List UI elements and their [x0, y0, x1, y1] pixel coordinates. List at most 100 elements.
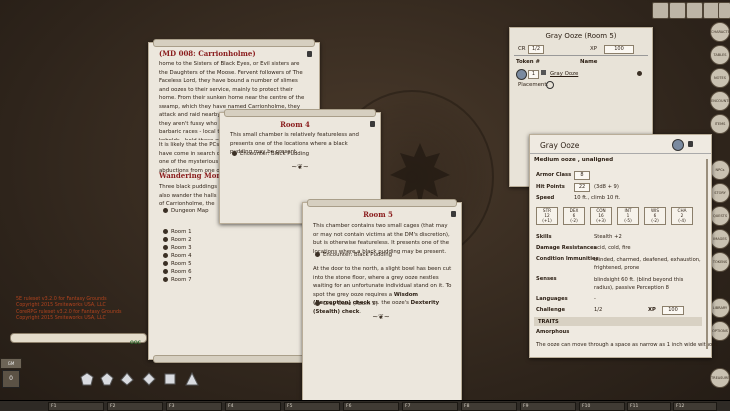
- chat-message: CoreRPG ruleset v3.2.0 for Fantasy Groun…: [16, 310, 122, 315]
- d20-icon[interactable]: [80, 372, 94, 386]
- chat-message: 5E ruleset v3.2.0 for Fantasy Grounds: [16, 297, 107, 302]
- speed-value: 10 ft., climb 10 ft.: [574, 195, 621, 201]
- d12-icon[interactable]: [100, 372, 114, 386]
- scrollbar[interactable]: [706, 159, 708, 349]
- story-window-room5[interactable]: Room 5 This chamber contains two small c…: [302, 199, 462, 402]
- sidebar-item-treasure[interactable]: TREASURE: [710, 368, 730, 388]
- senses-value: blindsight 60 ft. (blind beyond this rad…: [594, 277, 684, 291]
- placement-label: Placement:: [518, 82, 549, 88]
- delete-icon[interactable]: [637, 71, 642, 76]
- npc-window-gray-ooze[interactable]: Gray Ooze Medium ooze , unaligned Armor …: [529, 134, 717, 358]
- map-icon[interactable]: [669, 2, 686, 19]
- damage-resistances-value: acid, cold, fire: [594, 245, 631, 251]
- room-link[interactable]: Room 4: [163, 253, 192, 259]
- identity-tab[interactable]: GM: [0, 358, 22, 369]
- hit-points-field[interactable]: 22: [574, 183, 590, 192]
- ability-wis[interactable]: WIS 6 (-2): [644, 207, 666, 225]
- lock-icon[interactable]: [307, 51, 312, 57]
- npc-type: Medium ooze , unaligned: [534, 157, 614, 163]
- d4-icon[interactable]: [185, 372, 199, 386]
- d8-icon[interactable]: [142, 372, 156, 386]
- armor-class-field[interactable]: 8: [574, 171, 590, 180]
- d6-icon[interactable]: [163, 372, 177, 386]
- challenge-label: Challenge: [536, 307, 565, 313]
- trait-text: The ooze can move through a space as nar…: [536, 342, 718, 348]
- lock-icon[interactable]: [451, 211, 456, 217]
- room-link[interactable]: Room 7: [163, 277, 192, 283]
- link-icon: [163, 237, 168, 242]
- room-link[interactable]: Room 5: [163, 261, 192, 267]
- creature-name[interactable]: Gray Ooze: [550, 71, 578, 77]
- chat-message: Copyright 2015 Smiteworks USA, LLC: [16, 316, 106, 321]
- d10-icon[interactable]: [120, 372, 134, 386]
- xp-label: XP: [590, 46, 597, 52]
- divider: [530, 153, 711, 154]
- room-link[interactable]: Room 6: [163, 269, 192, 275]
- sidebar-item-images[interactable]: IMAGES: [710, 229, 730, 249]
- encounter-link[interactable]: Encounter: Black Pudding: [232, 151, 309, 157]
- link-icon: [163, 261, 168, 266]
- xp-field[interactable]: 100: [604, 45, 634, 54]
- ability-int[interactable]: INT 1 (-5): [617, 207, 639, 225]
- xp-label: XP: [648, 307, 656, 313]
- hit-dice: (3d8 + 9): [594, 184, 619, 190]
- name-column-header: Name: [580, 59, 598, 65]
- sidebar-item-tables[interactable]: TABLES: [710, 45, 730, 65]
- link-icon: [163, 229, 168, 234]
- sidebar-item-notes[interactable]: NOTES: [710, 68, 730, 88]
- encounter-link[interactable]: Encounter: Black Pudding: [315, 252, 392, 258]
- encounter-link[interactable]: Gray Ooze (Room 5): [315, 301, 378, 307]
- challenge-value: 1/2: [594, 307, 603, 313]
- damage-resistances-label: Damage Resistances: [536, 245, 597, 251]
- link-icon: [315, 252, 320, 257]
- page-title: (MD 008: Carrionholme): [159, 49, 256, 58]
- hit-points-label: Hit Points: [536, 184, 565, 190]
- languages-value: -: [594, 296, 596, 302]
- ability-cha[interactable]: CHA 2 (-4): [671, 207, 693, 225]
- cr-field[interactable]: 1/2: [528, 45, 544, 54]
- sidebar-item-characters[interactable]: CHARACTERS: [710, 22, 730, 42]
- ability-str[interactable]: STR 12 (+1): [536, 207, 558, 225]
- link-icon[interactable]: [541, 70, 546, 75]
- placement-icon[interactable]: [546, 81, 554, 89]
- dungeon-map-link[interactable]: Dungeon Map: [163, 208, 209, 214]
- sidebar-item-encounters[interactable]: ENCOUNTERS: [710, 91, 730, 111]
- sidebar-item-npcs[interactable]: NPCs: [710, 160, 730, 180]
- ooze-token-icon[interactable]: [516, 69, 527, 80]
- room-link[interactable]: Room 2: [163, 237, 192, 243]
- sidebar-item-quests[interactable]: QUESTS: [710, 206, 730, 226]
- sidebar-item-items[interactable]: ITEMS: [710, 114, 730, 134]
- room-link[interactable]: Room 1: [163, 229, 192, 235]
- room-link[interactable]: Room 3: [163, 245, 192, 251]
- settings-icon[interactable]: [718, 2, 730, 19]
- npc-token-icon[interactable]: [672, 139, 684, 151]
- link-icon: [163, 208, 168, 213]
- sidebar-item-tokens[interactable]: TOKENS: [710, 252, 730, 272]
- chat-input[interactable]: [10, 333, 147, 343]
- tokens-icon[interactable]: [652, 2, 669, 19]
- cr-label: CR: [518, 46, 526, 52]
- sidebar-item-story[interactable]: STORY: [710, 183, 730, 203]
- modifier-box[interactable]: 0: [2, 370, 20, 388]
- room4-title: Room 4: [280, 120, 310, 129]
- condition-immunities-label: Condition Immunities: [536, 256, 599, 262]
- link-icon: [163, 277, 168, 282]
- sidebar-item-library[interactable]: LIBRARY: [710, 298, 730, 318]
- speed-label: Speed: [536, 195, 555, 201]
- scroll-top: [224, 109, 376, 117]
- ability-con[interactable]: CON 16 (+3): [590, 207, 612, 225]
- flourish-divider: ~❦~: [372, 313, 390, 321]
- sidebar-item-options[interactable]: OPTIONS: [710, 321, 730, 341]
- room5-paragraph-1: This chamber contains two small cages (t…: [313, 223, 450, 255]
- chat-message: Copyright 2015 Smiteworks USA, LLC: [16, 303, 106, 308]
- ooc-toggle[interactable]: OOC: [130, 341, 141, 346]
- lock-icon[interactable]: [370, 121, 375, 127]
- senses-label: Senses: [536, 276, 557, 282]
- count-field[interactable]: 1: [528, 70, 539, 79]
- link-icon: [232, 151, 237, 156]
- lock-icon[interactable]: [688, 141, 693, 147]
- xp-field[interactable]: 100: [662, 306, 684, 315]
- library-icon[interactable]: [686, 2, 703, 19]
- link-icon: [315, 301, 320, 306]
- ability-dex[interactable]: DEX 6 (-2): [563, 207, 585, 225]
